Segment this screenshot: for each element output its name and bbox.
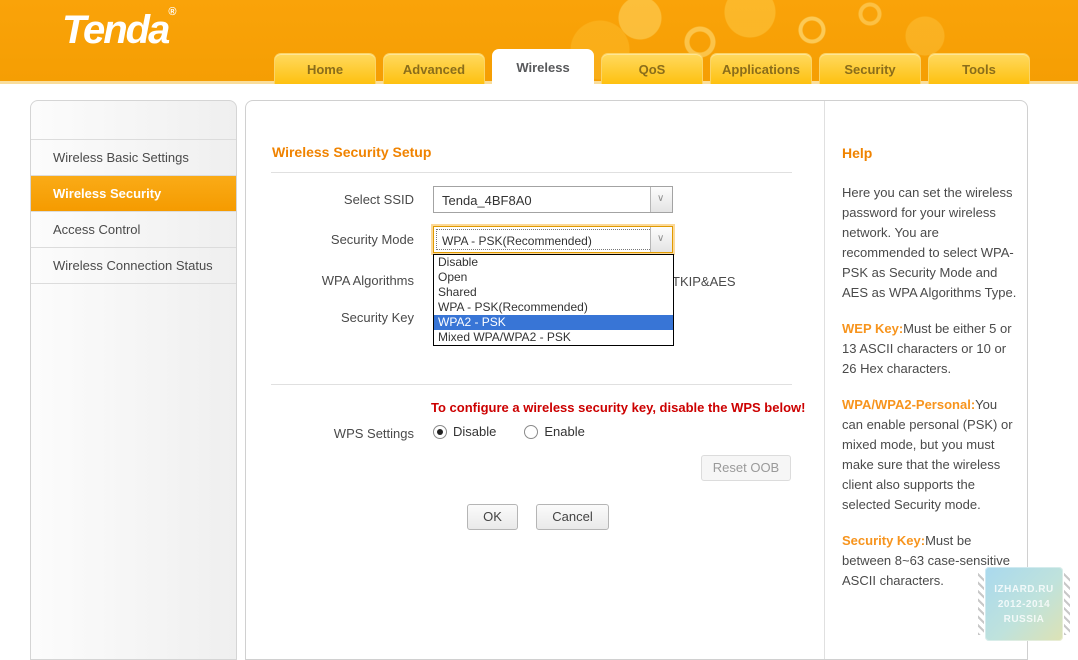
cancel-button[interactable]: Cancel: [536, 504, 609, 530]
wps-warning-text: To configure a wireless security key, di…: [431, 400, 805, 415]
dropdown-option-disable[interactable]: Disable: [434, 255, 673, 270]
help-section-wep-key: WEP Key:Must be either 5 or 13 ASCII cha…: [842, 319, 1018, 379]
sidebar: Wireless Basic Settings Wireless Securit…: [30, 100, 237, 660]
select-ssid-value: Tenda_4BF8A0: [442, 193, 532, 208]
content-panel: Wireless Security Setup Select SSID Tend…: [245, 100, 1028, 660]
dropdown-option-open[interactable]: Open: [434, 270, 673, 285]
help-keyword-wpa-personal: WPA/WPA2-Personal:: [842, 397, 975, 412]
app-header: Tenda® Home Advanced Wireless QoS Applic…: [0, 0, 1078, 84]
chevron-down-icon[interactable]: [650, 227, 672, 252]
tab-qos[interactable]: QoS: [601, 53, 703, 84]
reset-oob-button[interactable]: Reset OOB: [701, 455, 791, 481]
help-keyword-security-key: Security Key:: [842, 533, 925, 548]
tab-home[interactable]: Home: [274, 53, 376, 84]
tab-applications[interactable]: Applications: [710, 53, 812, 84]
help-text-wpa-personal: You can enable personal (PSK) or mixed m…: [842, 397, 1013, 512]
select-ssid-dropdown[interactable]: Tenda_4BF8A0: [433, 186, 673, 213]
help-section-wpa-personal: WPA/WPA2-Personal:You can enable persona…: [842, 395, 1018, 515]
sidebar-item-wireless-basic-settings[interactable]: Wireless Basic Settings: [31, 139, 236, 175]
logo-text: Tenda: [62, 8, 168, 52]
security-mode-dropdown[interactable]: WPA - PSK(Recommended): [433, 226, 673, 253]
tab-wireless[interactable]: Wireless: [492, 49, 594, 84]
dropdown-option-shared[interactable]: Shared: [434, 285, 673, 300]
help-keyword-wep-key: WEP Key:: [842, 321, 903, 336]
chevron-down-icon[interactable]: [650, 187, 672, 212]
security-mode-options-list: Disable Open Shared WPA - PSK(Recommende…: [433, 254, 674, 346]
watermark-line-1: IZHARD.RU: [985, 582, 1063, 597]
wpa-algorithms-option-tkip-aes[interactable]: TKIP&AES: [672, 274, 736, 289]
security-key-label: Security Key: [246, 310, 414, 325]
wps-settings-label: WPS Settings: [246, 426, 414, 441]
tab-advanced[interactable]: Advanced: [383, 53, 485, 84]
wps-disable-radio[interactable]: [433, 425, 447, 439]
select-ssid-label: Select SSID: [246, 192, 414, 207]
security-mode-value: WPA - PSK(Recommended): [442, 234, 592, 248]
main-nav: Home Advanced Wireless QoS Applications …: [274, 49, 1030, 84]
watermark-line-2: 2012-2014: [985, 597, 1063, 612]
sidebar-item-wireless-security[interactable]: Wireless Security: [31, 175, 236, 211]
sidebar-spacer: [31, 101, 236, 139]
registered-mark: ®: [168, 6, 176, 18]
wpa-algorithms-label: WPA Algorithms: [246, 273, 414, 288]
sidebar-item-wireless-connection-status[interactable]: Wireless Connection Status: [31, 247, 236, 283]
help-intro: Here you can set the wireless password f…: [842, 183, 1018, 303]
watermark-line-3: RUSSIA: [985, 612, 1063, 627]
dropdown-option-mixed-wpa-wpa2-psk[interactable]: Mixed WPA/WPA2 - PSK: [434, 330, 673, 345]
wps-enable-label[interactable]: Enable: [544, 424, 584, 439]
sidebar-item-access-control[interactable]: Access Control: [31, 211, 236, 247]
tab-tools[interactable]: Tools: [928, 53, 1030, 84]
wps-disable-label[interactable]: Disable: [453, 424, 496, 439]
help-title: Help: [842, 145, 1018, 161]
wps-enable-radio[interactable]: [524, 425, 538, 439]
wps-radio-group: Disable Enable: [433, 424, 613, 439]
security-mode-label: Security Mode: [246, 232, 414, 247]
watermark-stamp: IZHARD.RU 2012-2014 RUSSIA: [985, 567, 1063, 641]
ok-button[interactable]: OK: [467, 504, 518, 530]
help-divider: [824, 101, 825, 659]
tab-security[interactable]: Security: [819, 53, 921, 84]
page-title: Wireless Security Setup: [272, 144, 431, 160]
divider: [271, 172, 792, 173]
tenda-logo: Tenda®: [62, 6, 176, 53]
help-panel: Help Here you can set the wireless passw…: [842, 145, 1018, 607]
dropdown-option-wpa-psk[interactable]: WPA - PSK(Recommended): [434, 300, 673, 315]
divider: [271, 384, 792, 385]
dropdown-option-wpa2-psk[interactable]: WPA2 - PSK: [434, 315, 673, 330]
